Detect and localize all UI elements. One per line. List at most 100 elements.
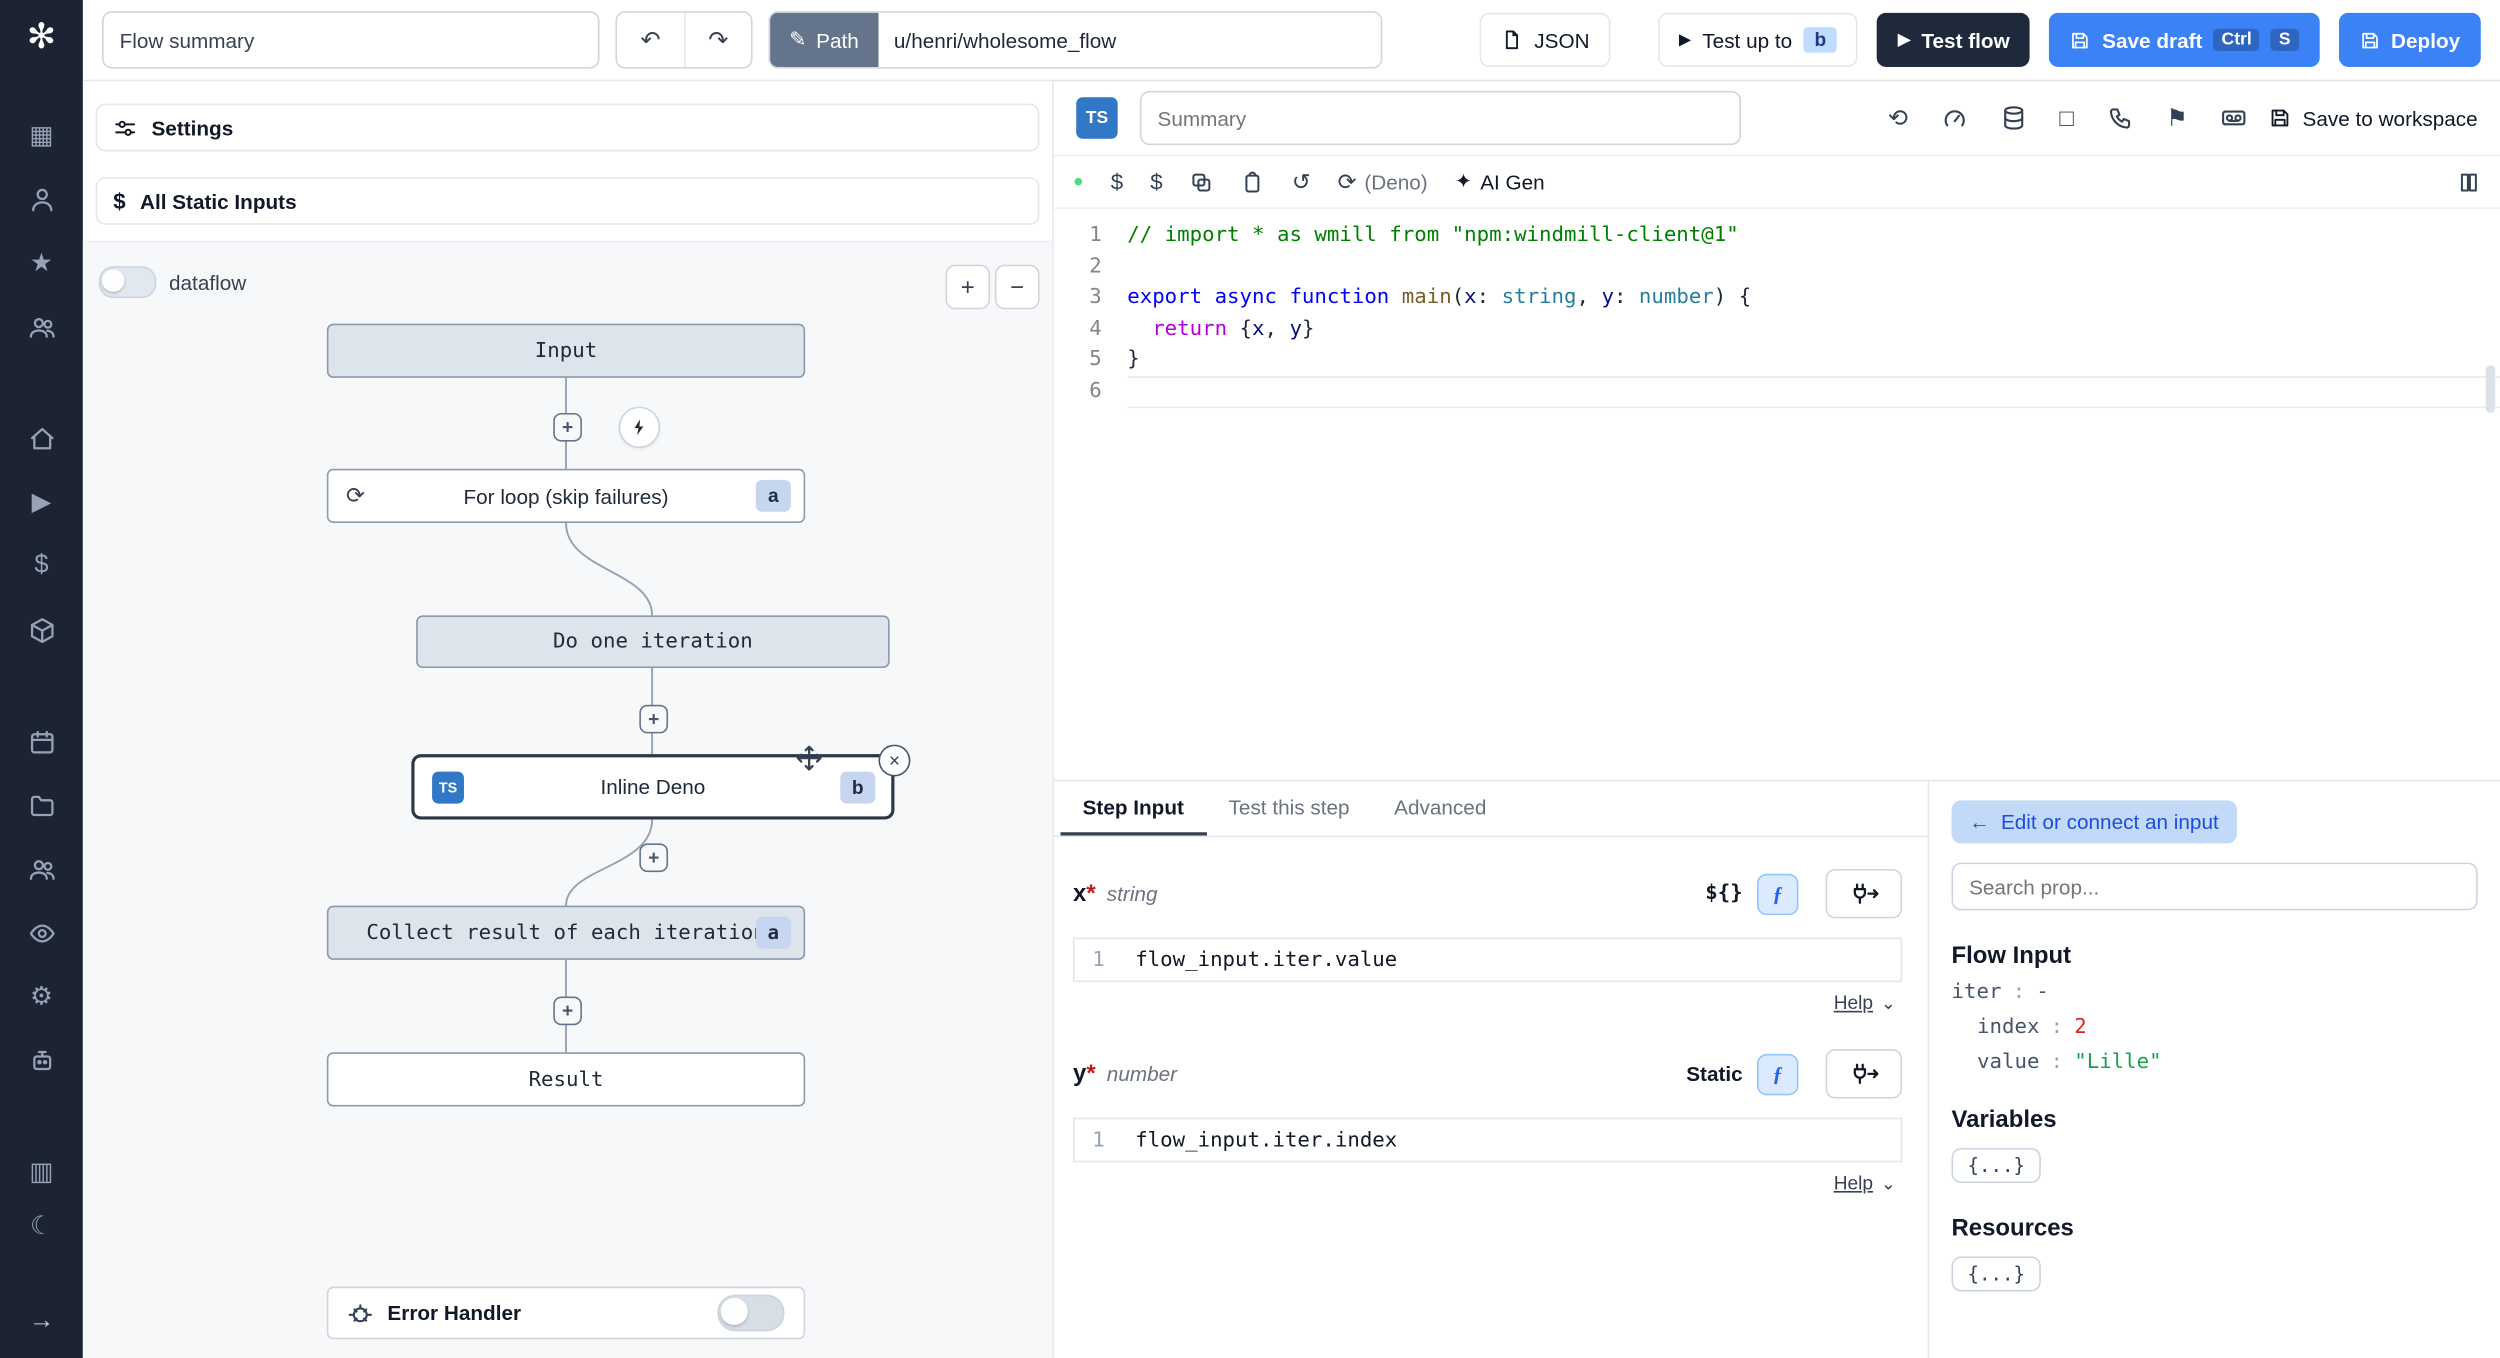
variables-object-chip[interactable]: {...} — [1951, 1147, 2042, 1184]
workers-robot-icon[interactable] — [28, 1046, 55, 1075]
users-icon[interactable] — [28, 312, 55, 341]
code-line[interactable]: } — [1127, 345, 2500, 376]
settings-gear-icon[interactable]: ⚙ — [30, 982, 53, 1011]
ai-gen-label: AI Gen — [1480, 169, 1545, 194]
audit-eye-icon[interactable] — [28, 918, 55, 947]
resources-cube-icon[interactable] — [28, 615, 55, 644]
tab-advanced[interactable]: Advanced — [1372, 781, 1509, 835]
gauge-icon[interactable] — [1941, 105, 1967, 131]
tab-test-this-step[interactable]: Test this step — [1206, 781, 1372, 835]
clipboard-icon[interactable] — [1241, 170, 1265, 194]
ai-gen-button[interactable]: ✦ AI Gen — [1455, 169, 1545, 195]
tab-step-input[interactable]: Step Input — [1060, 781, 1206, 835]
help-link[interactable]: Help — [1834, 992, 1873, 1014]
prop-row-index[interactable]: index : 2 — [1952, 1016, 2478, 1040]
expr-mode-button[interactable]: ${} — [1705, 882, 1742, 906]
test-up-to-button[interactable]: ▶ Test up to b — [1658, 12, 1859, 67]
deploy-button[interactable]: Deploy — [2338, 12, 2481, 67]
prop-row-iter[interactable]: iter : - — [1952, 981, 2478, 1005]
add-step-button[interactable]: + — [639, 704, 669, 734]
error-handler-row[interactable]: Error Handler — [326, 1286, 806, 1340]
delete-node-button[interactable]: × — [878, 744, 911, 777]
flow-summary-input[interactable] — [102, 11, 600, 69]
connect-input-button[interactable] — [1825, 868, 1903, 919]
reset-icon[interactable]: ↺ — [1292, 168, 1311, 195]
copy-icon[interactable] — [1190, 170, 1214, 194]
node-for-loop[interactable]: ⟳ For loop (skip failures) a — [326, 468, 806, 523]
dataflow-toggle[interactable] — [98, 266, 157, 299]
code-line[interactable]: // import * as wmill from "npm:windmill-… — [1127, 220, 2500, 251]
dark-mode-moon-icon[interactable]: ☾ — [30, 1212, 53, 1240]
expand-sidebar-icon[interactable]: → — [29, 1307, 55, 1336]
test-flow-button[interactable]: ▶ Test flow — [1877, 12, 2031, 67]
json-button[interactable]: JSON — [1480, 12, 1611, 67]
chevron-down-icon[interactable]: ⌄ — [1881, 1173, 1896, 1193]
node-inline-deno-label: Inline Deno — [600, 774, 706, 799]
docs-columns-icon[interactable]: ▥ — [29, 1158, 53, 1186]
variables-dollar-icon[interactable]: $ — [34, 552, 48, 581]
editor-scrollbar[interactable] — [2485, 365, 2496, 413]
add-step-button[interactable]: + — [553, 412, 582, 442]
runs-play-icon[interactable]: ▶ — [32, 488, 52, 516]
reload-lang-button[interactable]: ⟳ (Deno) — [1338, 168, 1428, 195]
star-icon[interactable]: ★ — [30, 249, 53, 277]
resources-object-chip[interactable]: {...} — [1951, 1256, 2042, 1292]
code-line[interactable]: return {x, y} — [1127, 314, 2500, 345]
code-token: y — [1601, 285, 1614, 310]
concurrency-square-icon[interactable]: □ — [2059, 104, 2073, 131]
schedules-calendar-icon[interactable] — [28, 727, 55, 756]
call-phone-icon[interactable] — [2107, 105, 2133, 131]
node-for-loop-badge: a — [755, 479, 791, 512]
move-node-handle[interactable] — [796, 745, 823, 772]
edit-connect-input-button[interactable]: ← Edit or connect an input — [1951, 800, 2237, 844]
library-book-icon[interactable] — [2457, 170, 2481, 194]
node-do-iteration[interactable]: Do one iteration — [416, 615, 890, 669]
save-to-workspace-button[interactable]: Save to workspace — [2269, 106, 2478, 130]
node-collect[interactable]: Collect result of each iteration a — [326, 905, 806, 960]
windmill-logo-icon[interactable]: ✻ — [27, 16, 56, 57]
search-prop-input[interactable] — [1951, 862, 2478, 911]
undo-button[interactable]: ↶ — [617, 12, 684, 67]
home-icon[interactable] — [28, 424, 55, 453]
arg-expression-input[interactable]: 1 flow_input.iter.value — [1073, 937, 1903, 983]
all-static-inputs-button[interactable]: $ All Static Inputs — [95, 176, 1040, 225]
zoom-out-button[interactable]: − — [994, 264, 1040, 310]
function-chip-icon[interactable]: ƒ — [1757, 872, 1799, 915]
code-line[interactable] — [1127, 251, 2500, 282]
trigger-bolt-button[interactable] — [618, 406, 661, 449]
arg-expression-input[interactable]: 1 flow_input.iter.index — [1073, 1117, 1903, 1163]
help-link[interactable]: Help — [1834, 1172, 1873, 1194]
static-mode-button[interactable]: Static — [1686, 1062, 1742, 1086]
cache-database-icon[interactable] — [2000, 105, 2026, 131]
user-icon[interactable] — [28, 185, 55, 214]
chevron-down-icon[interactable]: ⌄ — [1881, 993, 1896, 1013]
flag-icon[interactable]: ⚑ — [2166, 104, 2187, 132]
prop-row-value[interactable]: value : "Lille" — [1952, 1051, 2478, 1075]
save-draft-button[interactable]: Save draft Ctrl S — [2049, 12, 2320, 67]
node-result[interactable]: Result — [326, 1052, 806, 1107]
add-step-button[interactable]: + — [639, 843, 669, 873]
deploy-label: Deploy — [2391, 27, 2461, 52]
redo-button[interactable]: ↷ — [683, 12, 751, 67]
connect-input-button[interactable] — [1825, 1049, 1903, 1099]
vars-dollar-icon[interactable]: $ — [1150, 169, 1162, 195]
error-handler-label: Error Handler — [387, 1301, 522, 1325]
path-edit-button[interactable]: ✎ Path — [770, 12, 878, 67]
restart-icon[interactable]: ⟲ — [1888, 104, 1908, 132]
folders-icon[interactable] — [28, 791, 55, 820]
node-input[interactable]: Input — [326, 323, 806, 378]
code-editor[interactable]: 1 2 3 4 5 6 // import * as wmill from "npm:wi… — [1053, 208, 2500, 780]
path-input[interactable] — [877, 12, 1381, 67]
zoom-in-button[interactable]: + — [945, 264, 991, 310]
tape-icon[interactable] — [2221, 105, 2247, 131]
groups-icon[interactable] — [28, 855, 55, 884]
code-line[interactable] — [1127, 376, 2500, 408]
flow-settings-button[interactable]: Settings — [95, 103, 1040, 152]
assets-dollar-icon[interactable]: $ — [1111, 169, 1123, 195]
function-chip-icon[interactable]: ƒ — [1757, 1053, 1799, 1095]
code-line[interactable]: export async function main(x: string, y:… — [1127, 283, 2500, 314]
step-summary-input[interactable] — [1139, 90, 1742, 146]
error-handler-toggle[interactable] — [717, 1294, 785, 1332]
apps-grid-icon[interactable]: ▦ — [29, 121, 53, 150]
add-step-button[interactable]: + — [553, 996, 582, 1026]
